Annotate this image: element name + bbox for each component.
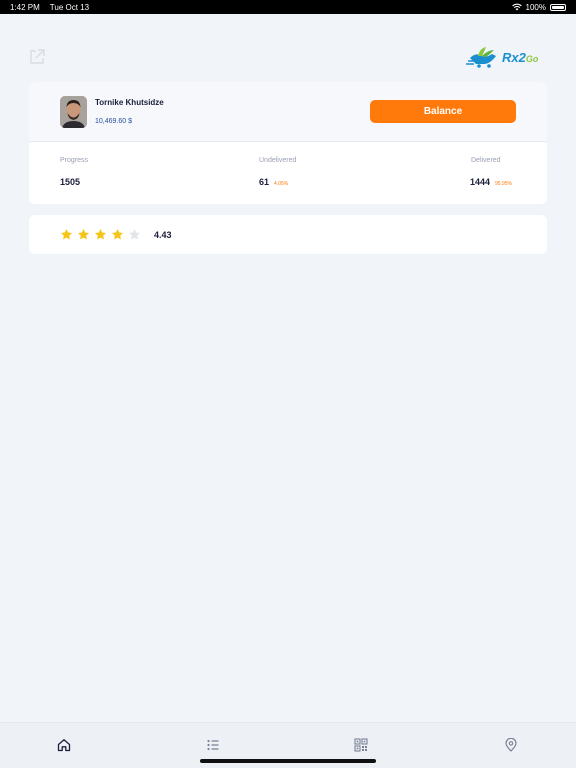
logo-text-sub: Go [525, 54, 539, 64]
status-left: 1:42 PM Tue Oct 13 [10, 3, 89, 12]
user-name: Tornike Khutsidze [95, 98, 164, 107]
profile-card: Tornike Khutsidze 10,469.60 $ Balance Pr… [29, 82, 547, 204]
logo-text: Rx2Go [502, 50, 538, 65]
share-external-icon[interactable] [28, 48, 46, 66]
stat-value-progress: 1505 [60, 177, 80, 187]
home-indicator [200, 759, 376, 763]
rating-card: 4.43 [29, 215, 547, 254]
stat-value-undelivered: 61 4.05% [259, 177, 288, 187]
avatar [60, 96, 87, 128]
qr-code-icon[interactable] [354, 738, 368, 752]
home-icon[interactable] [57, 738, 71, 752]
wifi-icon [511, 3, 522, 11]
status-bar: 1:42 PM Tue Oct 13 100% [0, 0, 576, 14]
star-filled-icon [77, 228, 90, 240]
battery-fill [552, 5, 564, 9]
battery-icon [550, 3, 566, 11]
stat-percent-delivered: 95.95% [495, 181, 512, 187]
list-icon[interactable] [206, 738, 220, 752]
stat-value-delivered: 1444 95.95% [470, 177, 512, 187]
star-empty-icon [128, 228, 141, 240]
stat-label-delivered: Delivered [471, 157, 501, 164]
stat-label-progress: Progress [60, 157, 89, 164]
rating-value: 4.43 [154, 230, 172, 240]
user-balance: 10,469.60 $ [95, 118, 132, 125]
rating-stars [60, 228, 141, 241]
balance-button[interactable]: Balance [370, 100, 516, 123]
stat-percent-undelivered: 4.05% [274, 181, 289, 187]
star-filled-icon [94, 228, 107, 240]
profile-header: Tornike Khutsidze 10,469.60 $ Balance [29, 82, 547, 142]
star-filled-icon [111, 228, 124, 240]
location-pin-icon[interactable] [504, 738, 518, 752]
status-time: 1:42 PM [10, 2, 40, 12]
logo-text-main: Rx2 [502, 50, 526, 65]
status-right: 100% [511, 2, 566, 12]
stat-label-undelivered: Undelivered [259, 157, 297, 164]
stat-number-undelivered: 61 [259, 177, 270, 187]
stat-number-delivered: 1444 [470, 177, 491, 187]
star-filled-icon [60, 228, 73, 240]
status-date: Tue Oct 13 [49, 2, 90, 12]
stat-number-progress: 1505 [60, 177, 81, 187]
battery-percent: 100% [525, 2, 546, 12]
